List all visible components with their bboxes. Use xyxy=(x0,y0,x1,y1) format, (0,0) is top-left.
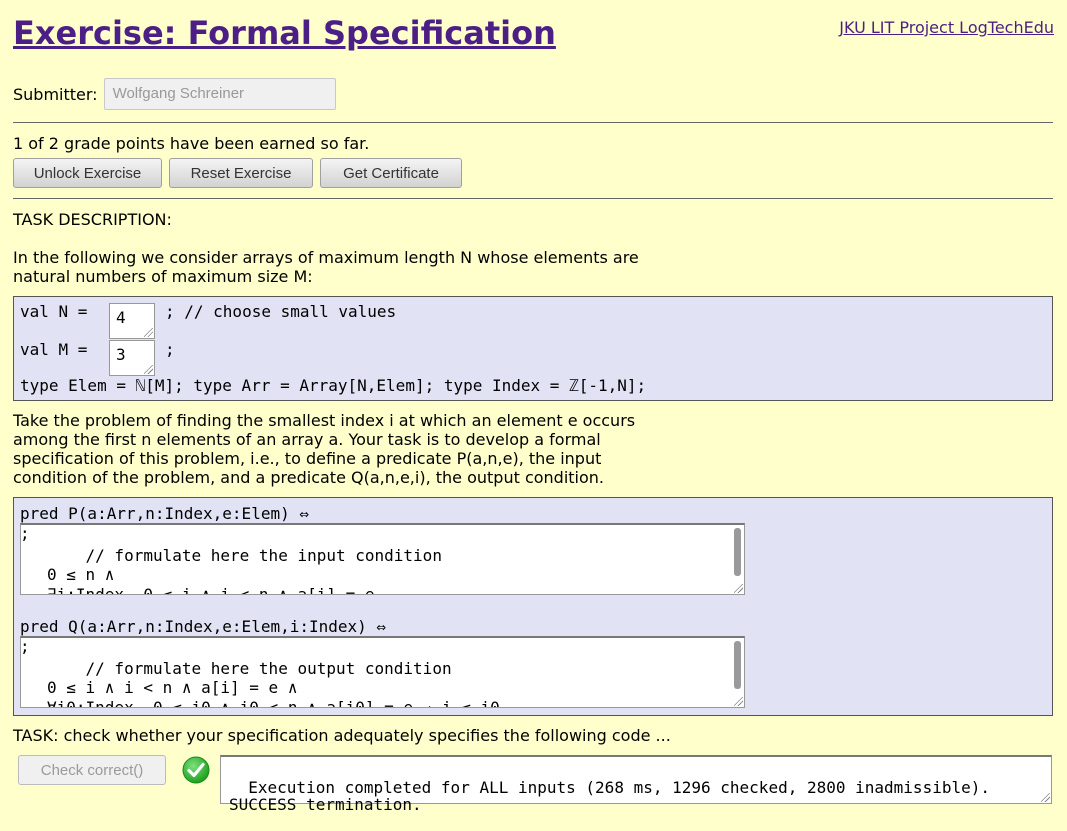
check-correct-button[interactable]: Check correct() xyxy=(18,755,166,785)
submitter-input[interactable]: Wolfgang Schreiner xyxy=(103,78,336,110)
submitter-row: Submitter: Wolfgang Schreiner xyxy=(13,78,336,110)
action-buttons: Unlock Exercise Reset Exercise Get Certi… xyxy=(13,158,462,188)
n-prefix: val N = xyxy=(20,302,98,321)
resize-grip-icon[interactable] xyxy=(1041,793,1050,802)
m-value-input[interactable]: 3 xyxy=(109,340,155,376)
resize-grip-icon[interactable] xyxy=(734,697,743,706)
result-output[interactable]: Execution completed for ALL inputs (268 … xyxy=(220,755,1052,813)
pred-p-header: pred P(a:Arr,n:Index,e:Elem) ⇔ xyxy=(20,504,309,523)
m-prefix: val M = xyxy=(20,340,98,359)
problem-line: condition of the problem, and a predicat… xyxy=(13,468,605,487)
page-title: Exercise: Formal Specification xyxy=(13,14,556,52)
task-description-problem: Take the problem of finding the smallest… xyxy=(13,411,663,487)
scrollbar[interactable] xyxy=(734,528,741,576)
resize-grip-icon[interactable] xyxy=(144,365,153,374)
type-declarations: type Elem = ℕ[M]; type Arr = Array[N,Ele… xyxy=(20,376,647,395)
problem-line: among the first n elements of an array a… xyxy=(13,430,601,449)
unlock-exercise-button[interactable]: Unlock Exercise xyxy=(13,158,162,188)
pred-p-semicolon: ; xyxy=(20,524,30,543)
get-certificate-button[interactable]: Get Certificate xyxy=(320,158,462,188)
intro-line: natural numbers of maximum size M: xyxy=(13,267,313,286)
check-task-text: TASK: check whether your specification a… xyxy=(13,726,671,745)
predicates-panel: pred P(a:Arr,n:Index,e:Elem) ⇔ // formul… xyxy=(13,497,1053,716)
pred-q-body: // formulate here the output condition 0… xyxy=(47,658,500,708)
resize-grip-icon[interactable] xyxy=(144,328,153,337)
pred-q-header: pred Q(a:Arr,n:Index,e:Elem,i:Index) ⇔ xyxy=(20,617,387,636)
result-text: Execution completed for ALL inputs (268 … xyxy=(229,778,990,814)
task-heading: TASK DESCRIPTION: xyxy=(13,210,172,229)
m-value: 3 xyxy=(116,345,126,364)
task-description-intro: In the following we consider arrays of m… xyxy=(13,248,713,286)
divider xyxy=(13,122,1053,123)
resize-grip-icon[interactable] xyxy=(734,584,743,593)
pred-p-editor[interactable]: // formulate here the input condition 0 … xyxy=(20,523,745,595)
divider xyxy=(13,198,1053,199)
parameters-panel: val N = 4 ; // choose small values val M… xyxy=(13,296,1053,401)
problem-line: specification of this problem, i.e., to … xyxy=(13,449,602,468)
pred-q-editor[interactable]: // formulate here the output condition 0… xyxy=(20,636,745,708)
n-value: 4 xyxy=(116,308,126,327)
grade-status: 1 of 2 grade points have been earned so … xyxy=(13,134,370,153)
scrollbar[interactable] xyxy=(734,641,741,689)
n-suffix: ; // choose small values xyxy=(165,302,397,321)
m-suffix: ; xyxy=(165,340,175,359)
pred-q-semicolon: ; xyxy=(20,637,30,656)
problem-line: Take the problem of finding the smallest… xyxy=(13,411,636,430)
intro-line: In the following we consider arrays of m… xyxy=(13,248,639,267)
project-link[interactable]: JKU LIT Project LogTechEdu xyxy=(839,18,1054,37)
reset-exercise-button[interactable]: Reset Exercise xyxy=(169,158,313,188)
submitter-label: Submitter: xyxy=(13,84,98,104)
pred-p-body: // formulate here the input condition 0 … xyxy=(47,545,442,595)
n-value-input[interactable]: 4 xyxy=(109,303,155,339)
check-icon xyxy=(182,756,210,784)
